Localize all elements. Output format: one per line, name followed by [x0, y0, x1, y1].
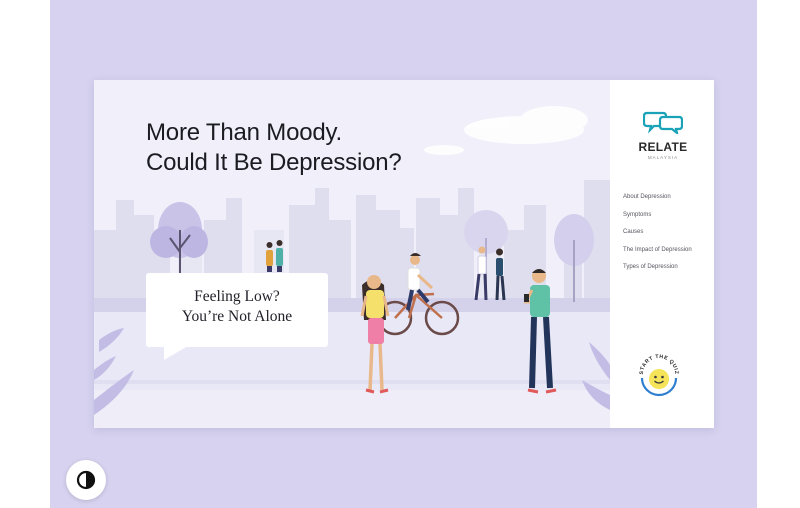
path — [94, 390, 610, 428]
quiz-badge-icon: START THE QUIZ — [639, 354, 679, 397]
bubble-line-2: You’re Not Alone — [181, 308, 293, 325]
nav-item-impact[interactable]: The Impact of Depression — [623, 246, 692, 264]
website-preview-card: More Than Moody. Could It Be Depression?… — [94, 80, 714, 428]
contrast-icon — [76, 470, 96, 490]
sidebar-nav: About Depression Symptoms Causes The Imp… — [623, 193, 692, 281]
start-quiz-button[interactable]: START THE QUIZ — [636, 351, 682, 397]
logo-name: RELATE — [638, 140, 688, 154]
speech-bubble: Feeling Low? You’re Not Alone — [146, 273, 328, 347]
headline-line-1: More Than Moody. — [146, 119, 343, 146]
nav-item-about-depression[interactable]: About Depression — [623, 193, 692, 211]
nav-item-types[interactable]: Types of Depression — [623, 263, 692, 281]
speech-bubble-tail — [164, 346, 188, 360]
speech-bubbles-logo-icon — [642, 111, 684, 136]
nav-item-causes[interactable]: Causes — [623, 228, 692, 246]
sidebar: RELATE MALAYSIA About Depression Symptom… — [610, 80, 714, 428]
smiley-face-icon — [649, 369, 669, 389]
contrast-toggle-button[interactable] — [66, 460, 106, 500]
relate-logo[interactable]: RELATE MALAYSIA — [632, 110, 694, 160]
hero-section: More Than Moody. Could It Be Depression?… — [94, 80, 610, 428]
nav-item-symptoms[interactable]: Symptoms — [623, 211, 692, 229]
bubble-line-1: Feeling Low? — [194, 288, 280, 305]
headline-line-2: Could It Be Depression? — [146, 149, 402, 176]
logo-subtitle: MALAYSIA — [647, 155, 679, 160]
page-headline: More Than Moody. Could It Be Depression? — [146, 118, 526, 178]
